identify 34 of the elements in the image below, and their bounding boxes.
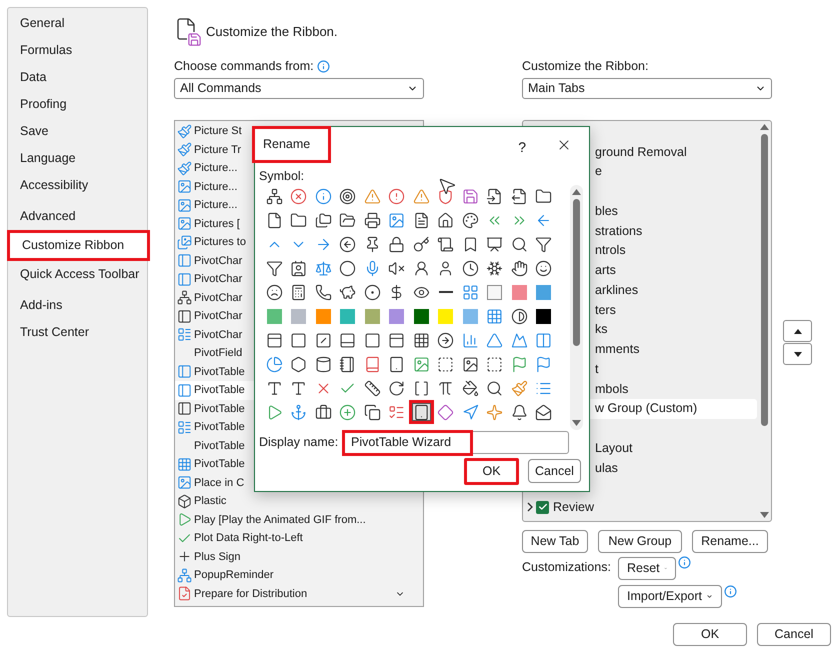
- command-label: Prepare for Distribution: [194, 586, 308, 602]
- command-label: PopupReminder: [194, 568, 274, 583]
- dialog-title: Rename: [252, 126, 331, 163]
- command-label: Picture...: [194, 198, 238, 213]
- command-label: PivotChar: [194, 309, 242, 324]
- command-label: PivotChar: [194, 328, 242, 342]
- command-label: PivotTable: [194, 383, 245, 398]
- field-value: PivotTable Wizard: [350, 434, 452, 452]
- command-label: Play [Play the Animated GIF from...: [194, 512, 366, 528]
- field-label: Choose commands from:: [174, 58, 314, 76]
- command-label: Picture St: [194, 124, 242, 139]
- tab-label: Review: [553, 499, 594, 516]
- command-label: Picture...: [194, 180, 238, 194]
- command-label: PivotTable: [194, 364, 245, 380]
- command-label: PivotTable: [194, 420, 245, 435]
- command-label: Picture...: [194, 161, 238, 176]
- command-label: Pictures to: [194, 235, 246, 250]
- command-label: Plot Data Right-to-Left: [194, 531, 303, 546]
- command-label: Plastic: [194, 494, 226, 509]
- command-label: PivotTable: [194, 402, 245, 416]
- command-label: Picture Tr: [194, 142, 242, 158]
- command-label: Plus Sign: [194, 550, 240, 564]
- page-title: Customize the Ribbon.: [206, 23, 338, 42]
- command-label: PivotChar: [194, 254, 242, 268]
- display-name-label: Display name:: [259, 434, 340, 452]
- command-label: PivotChar: [194, 272, 242, 287]
- symbol-label: Symbol:: [259, 168, 306, 183]
- field-label: Customize the Ribbon:: [522, 58, 648, 76]
- command-label: PivotField: [194, 346, 242, 361]
- command-label: PivotChar: [194, 290, 242, 306]
- customizations-label: Customizations:: [522, 559, 612, 576]
- command-label: Pictures [: [194, 216, 240, 232]
- command-label: PivotTable: [194, 457, 245, 472]
- command-label: Place in C: [194, 476, 244, 490]
